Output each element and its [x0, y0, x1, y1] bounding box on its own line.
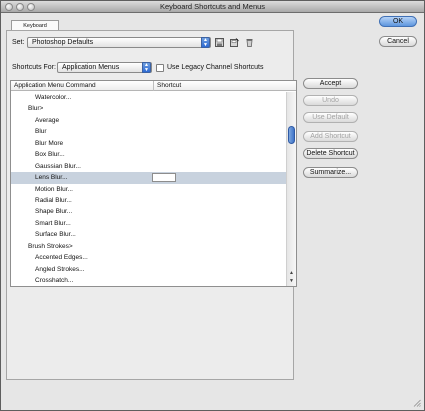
save-as-icon[interactable] [230, 38, 239, 47]
row-command-label: Blur> [28, 105, 44, 113]
row-command-label: Lens Blur... [35, 174, 68, 182]
row-command-label: Accented Edges... [35, 254, 88, 262]
row-command-label: Average [35, 116, 60, 124]
dialog-window: Keyboard Shortcuts and Menus Keyboard Sh… [0, 0, 425, 411]
table-row[interactable]: Gaussian Blur... [11, 161, 286, 172]
window-title: Keyboard Shortcuts and Menus [159, 2, 266, 11]
table-row[interactable]: Blur More [11, 138, 286, 149]
set-label: Set: [12, 39, 25, 46]
row-command-label: Angled Strokes... [35, 265, 85, 273]
delete-shortcut-button[interactable]: Delete Shortcut [303, 148, 358, 159]
legacy-channel-label: Use Legacy Channel Shortcuts [167, 64, 264, 71]
set-select[interactable]: Photoshop Defaults ▲ ▼ [27, 37, 211, 48]
row-command-label: Motion Blur... [35, 185, 73, 193]
table-row[interactable]: Angled Strokes... [11, 264, 286, 275]
use-default-button[interactable]: Use Default [303, 112, 358, 123]
row-command-label: Shape Blur... [35, 208, 73, 216]
shortcuts-for-select[interactable]: Application Menus ▲ ▼ [57, 62, 152, 73]
row-command-label: Smart Blur... [35, 219, 71, 227]
table-row[interactable]: Accented Edges... [11, 252, 286, 263]
accept-button[interactable]: Accept [303, 78, 358, 89]
table-row[interactable]: Average [11, 115, 286, 126]
shortcut-table: Application Menu Command Shortcut Waterc… [10, 80, 297, 287]
ok-button[interactable]: OK [379, 16, 417, 27]
undo-button[interactable]: Undo [303, 95, 358, 106]
table-row[interactable]: Shape Blur... [11, 206, 286, 217]
legacy-channel-checkbox[interactable] [156, 64, 164, 72]
table-row[interactable]: Motion Blur... [11, 184, 286, 195]
column-header-command[interactable]: Application Menu Command [14, 81, 96, 91]
table-row[interactable]: Smart Blur... [11, 218, 286, 229]
row-command-label: Box Blur... [35, 151, 65, 159]
table-row[interactable]: Box Blur... [11, 149, 286, 160]
column-divider [153, 81, 154, 91]
row-command-label: Gaussian Blur... [35, 162, 81, 170]
table-row[interactable]: Lens Blur... [11, 172, 286, 184]
scroll-up-arrow-icon[interactable]: ▲ [287, 269, 296, 277]
table-row[interactable]: Watercolor... [11, 92, 286, 103]
resize-grip-icon[interactable] [412, 398, 421, 407]
table-row[interactable]: Blur> [11, 103, 286, 114]
set-select-value: Photoshop Defaults [32, 39, 94, 46]
cancel-button[interactable]: Cancel [379, 36, 417, 47]
table-row[interactable]: Brush Strokes> [11, 241, 286, 252]
row-command-label: Radial Blur... [35, 196, 72, 204]
trash-icon[interactable] [245, 38, 254, 47]
shortcuts-for-value: Application Menus [62, 64, 120, 71]
vertical-scrollbar[interactable]: ▲ ▼ [286, 92, 296, 286]
add-shortcut-button[interactable]: Add Shortcut [303, 131, 358, 142]
row-command-label: Watercolor... [35, 94, 72, 101]
summarize-button[interactable]: Summarize... [303, 167, 358, 178]
shortcut-input[interactable] [152, 173, 176, 183]
table-row[interactable]: Blur [11, 126, 286, 137]
row-command-label: Crosshatch... [35, 277, 74, 284]
scroll-down-arrow-icon[interactable]: ▼ [287, 277, 296, 285]
row-command-label: Surface Blur... [35, 231, 76, 239]
row-command-label: Brush Strokes> [28, 242, 73, 250]
column-header-shortcut[interactable]: Shortcut [157, 81, 181, 91]
table-row[interactable]: Surface Blur... [11, 229, 286, 240]
row-command-label: Blur [35, 128, 47, 136]
scrollbar-thumb[interactable] [288, 126, 295, 144]
table-header: Application Menu Command Shortcut [11, 81, 296, 91]
table-row[interactable]: Crosshatch... [11, 275, 286, 286]
select-arrows-icon: ▲ ▼ [142, 62, 151, 73]
table-row[interactable]: Radial Blur... [11, 195, 286, 206]
save-icon[interactable] [215, 38, 224, 47]
table-rows: Watercolor... Blur> Average Blur Blur More Bo… [11, 92, 286, 286]
select-arrows-icon: ▲ ▼ [201, 37, 210, 48]
title-bar[interactable]: Keyboard Shortcuts and Menus [1, 1, 424, 13]
shortcuts-for-label: Shortcuts For: [12, 64, 56, 71]
row-command-label: Blur More [35, 139, 64, 147]
